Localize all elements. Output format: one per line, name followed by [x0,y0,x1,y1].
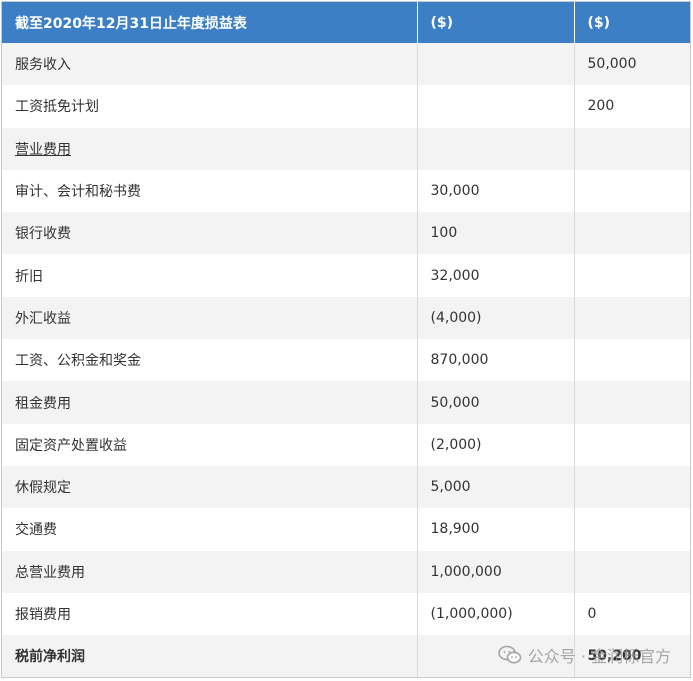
row-value-col2-text: 1,000,000 [430,563,502,580]
row-value-col3: 50,200 [574,635,690,677]
row-value-col3 [574,254,690,297]
header-currency-2: ($) [574,2,690,43]
row-value-col3: 0 [574,592,690,636]
header-title: 截至2020年12月31日止年度损益表 [2,2,418,43]
row-value-col3-text: 50,000 [587,56,637,73]
row-label: 工资抵免计划 [2,85,418,128]
row-label-text: 外汇收益 [15,310,71,327]
row-value-col3 [574,296,690,340]
table-body: 服务收入 50,000 工资抵免计划 200 营业费用审计、会计和秘书费 30,000 银行… [2,43,690,677]
table-row: 外汇收益 (4,000) [2,296,690,340]
row-label: 银行收费 [2,212,418,255]
row-value-col2-text: 18,900 [430,521,480,538]
row-value-col2-text: 32,000 [430,267,480,284]
row-value-col2 [417,43,575,86]
row-value-col2: 5,000 [417,465,575,509]
row-value-col2: (2,000) [417,423,575,466]
row-value-col2-text: 5,000 [430,479,471,496]
table-row: 税前净利润 50,200 [2,635,690,677]
row-label-text: 报销费用 [15,607,71,623]
row-value-col3-text: 0 [587,606,597,622]
row-label-text: 固定资产处置收益 [15,437,127,454]
row-value-col2-text: 50,000 [430,394,480,411]
income-statement-table: 截至2020年12月31日止年度损益表 ($) ($) 服务收入 50,000 工资… [2,2,690,677]
row-value-col2 [417,127,575,170]
row-value-col3 [574,465,690,509]
row-value-col2-text: (2,000) [430,436,482,453]
row-value-col2-text: (4,000) [430,309,482,326]
row-label: 营业费用 [2,127,418,170]
row-value-col2: 30,000 [417,169,575,213]
table-row: 工资抵免计划 200 [2,85,690,128]
table-row: 交通费 18,900 [2,508,690,551]
row-label-text: 交通费 [15,522,57,539]
row-value-col2: 870,000 [417,339,575,382]
row-value-col2: 32,000 [417,254,575,297]
table-row: 租金费用 50,000 [2,381,690,424]
row-value-col2: 50,000 [417,381,575,424]
row-value-col3: 200 [574,85,690,128]
row-label: 租金费用 [2,381,418,424]
row-value-col2: 18,900 [417,508,575,551]
row-label-text: 营业费用 [15,141,71,158]
row-label-text: 服务收入 [15,57,71,74]
table-row: 营业费用 [2,127,690,170]
row-value-col3 [574,423,690,466]
row-value-col3 [574,339,690,382]
table-row: 报销费用 (1,000,000) 0 [2,592,690,636]
row-label-text: 休假规定 [15,480,71,497]
table-header-row: 截至2020年12月31日止年度损益表 ($) ($) [2,2,690,43]
row-label: 税前净利润 [2,635,418,677]
row-value-col3-text: 200 [587,98,615,115]
row-value-col3: 50,000 [574,43,690,86]
table-row: 银行收费 100 [2,212,690,255]
row-label: 固定资产处置收益 [2,423,418,466]
row-label-text: 租金费用 [15,395,71,412]
table-row: 折旧 32,000 [2,254,690,297]
row-label: 服务收入 [2,43,418,86]
row-value-col2-text: 870,000 [430,352,489,369]
row-value-col3 [574,127,690,170]
row-value-col2: 1,000,000 [417,550,575,593]
row-label: 审计、会计和秘书费 [2,169,418,213]
row-value-col3 [574,550,690,593]
row-label: 交通费 [2,508,418,551]
table-row: 服务收入 50,000 [2,43,690,86]
row-value-col3 [574,212,690,255]
row-value-col3 [574,508,690,551]
row-label: 总营业费用 [2,550,418,593]
row-label-text: 银行收费 [15,226,71,243]
row-value-col2 [417,85,575,128]
row-label: 报销费用 [2,592,418,636]
table-row: 工资、公积金和奖金 870,000 [2,339,690,382]
row-value-col2: (4,000) [417,296,575,340]
row-value-col2: 100 [417,212,575,255]
row-value-col3 [574,381,690,424]
table-row: 休假规定 5,000 [2,465,690,509]
row-label: 外汇收益 [2,296,418,340]
row-value-col3 [574,169,690,213]
row-label: 休假规定 [2,465,418,509]
table-row: 总营业费用 1,000,000 [2,550,690,593]
row-value-col2-text: 100 [430,225,458,242]
row-label-text: 税前净利润 [15,649,85,666]
row-value-col3-text: 50,200 [587,648,642,665]
row-label-text: 审计、会计和秘书费 [15,184,141,201]
row-value-col2-text: (1,000,000) [430,606,513,622]
row-value-col2: (1,000,000) [417,592,575,636]
row-label-text: 总营业费用 [15,564,85,581]
row-label: 工资、公积金和奖金 [2,339,418,382]
row-value-col2 [417,635,575,677]
row-label-text: 工资、公积金和奖金 [15,353,141,370]
row-label-text: 工资抵免计划 [15,99,99,116]
row-label: 折旧 [2,254,418,297]
row-label-text: 折旧 [15,268,43,285]
table-row: 审计、会计和秘书费 30,000 [2,169,690,213]
header-currency-1: ($) [417,2,575,43]
income-statement-frame: 截至2020年12月31日止年度损益表 ($) ($) 服务收入 50,000 工资… [1,1,691,678]
table-row: 固定资产处置收益 (2,000) [2,423,690,466]
row-value-col2-text: 30,000 [430,183,480,200]
